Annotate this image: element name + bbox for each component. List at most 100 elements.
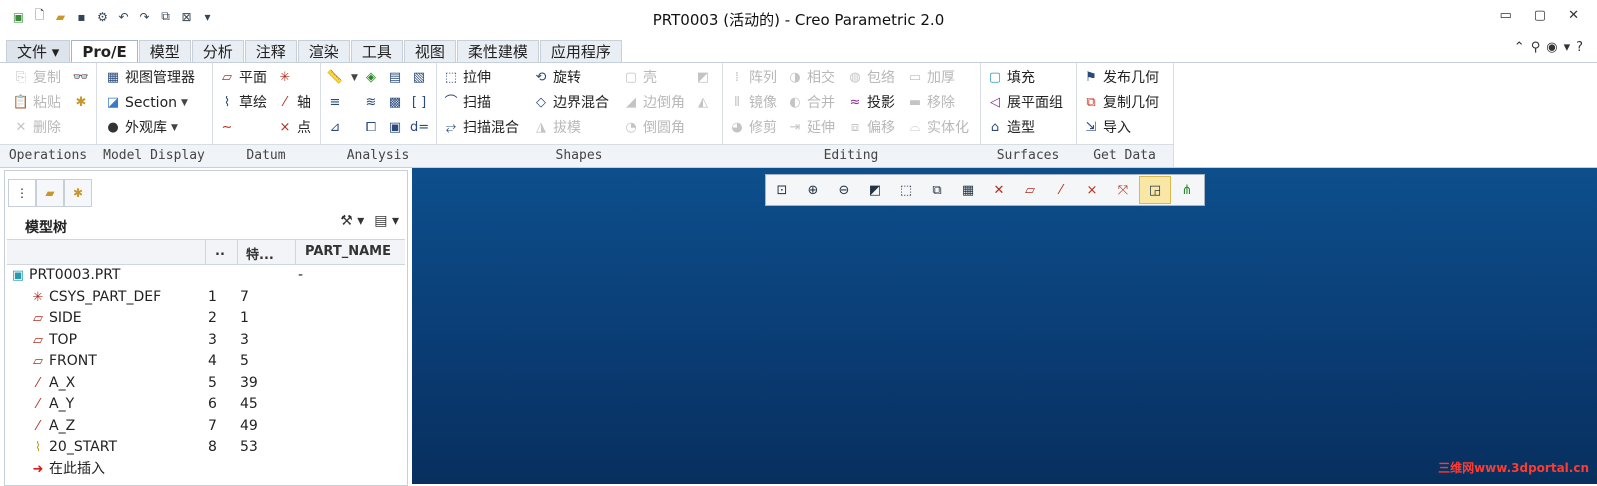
column-header[interactable]: PART_NAME bbox=[305, 244, 391, 259]
tab-tools[interactable]: 工具 bbox=[350, 40, 403, 63]
dropdown-icon[interactable]: ▾ bbox=[1564, 40, 1571, 55]
fill-button[interactable]: ▢ 填充 bbox=[986, 67, 1035, 89]
zoom-out-icon[interactable]: ⊖ bbox=[829, 177, 859, 203]
close-button[interactable]: ✕ bbox=[1568, 8, 1579, 23]
relation-icon[interactable]: d= bbox=[410, 117, 431, 139]
boundary-blend-button[interactable]: ◇ 边界混合 bbox=[532, 92, 609, 114]
draft-small-icon[interactable]: ◭ bbox=[694, 92, 715, 114]
shell-button[interactable]: ▢ 壳 bbox=[622, 67, 657, 89]
mass-props-icon[interactable]: ▧ bbox=[410, 67, 431, 89]
publish-geometry-button[interactable]: ⚑ 发布几何 bbox=[1082, 67, 1159, 89]
appearance-gallery-button[interactable]: ● 外观库 ▼ bbox=[104, 117, 178, 139]
chamfer-button[interactable]: ◢ 边倒角 bbox=[622, 92, 685, 114]
box-icon[interactable]: ▣ bbox=[386, 117, 407, 139]
intersect-button[interactable]: ◑ 相交 bbox=[786, 67, 835, 89]
axis-button[interactable]: ⁄ 轴 bbox=[276, 92, 311, 114]
refit-icon[interactable]: ⊡ bbox=[767, 177, 797, 203]
axis-display-icon[interactable]: ▱ bbox=[1015, 177, 1045, 203]
curvature-icon[interactable]: ≋ bbox=[362, 92, 383, 114]
folder-browser-tab-icon[interactable]: ▰ bbox=[36, 179, 64, 207]
graph-icon[interactable]: ≡ bbox=[326, 92, 347, 114]
section-button[interactable]: ◪ Section ▼ bbox=[104, 92, 188, 114]
point-display-icon[interactable]: ⁄ bbox=[1046, 177, 1076, 203]
table-row[interactable]: ⌇ 20_START 8 53 bbox=[7, 437, 405, 459]
flatten-quilt-button[interactable]: ◁ 展平面组 bbox=[986, 92, 1063, 114]
measure-icon[interactable]: 📏 ▼ bbox=[326, 67, 358, 89]
sketch-button[interactable]: ⌇ 草绘 bbox=[218, 92, 267, 114]
tab-analysis[interactable]: 分析 bbox=[191, 40, 244, 63]
tab-model[interactable]: 模型 bbox=[138, 40, 191, 63]
table-row[interactable]: ⁄ A_Z 7 49 bbox=[7, 416, 405, 438]
tab-annotate[interactable]: 注释 bbox=[244, 40, 297, 63]
solidify-button[interactable]: ⌓ 实体化 bbox=[906, 117, 969, 139]
model-tree-tab-icon[interactable]: ⋮ bbox=[8, 179, 36, 207]
curve-button[interactable]: ∼ bbox=[218, 117, 239, 139]
table-row[interactable]: ▱ SIDE 2 1 bbox=[7, 308, 405, 330]
copy-geometry-button[interactable]: ⧉ 复制几何 bbox=[1082, 92, 1159, 114]
remove-button[interactable]: ▬ 移除 bbox=[906, 92, 955, 114]
table-row[interactable]: ▱ FRONT 4 5 bbox=[7, 351, 405, 373]
search-icon[interactable]: ⚲ bbox=[1531, 40, 1541, 55]
column-header[interactable]: 特... bbox=[246, 244, 274, 263]
pattern-button[interactable]: ⁞ 阵列 bbox=[728, 67, 777, 89]
tab-render[interactable]: 渲染 bbox=[297, 40, 350, 63]
help-icon[interactable]: ◉ bbox=[1546, 40, 1557, 55]
extend-button[interactable]: ⇥ 延伸 bbox=[786, 117, 835, 139]
short-edge-icon[interactable]: ⊿ bbox=[326, 117, 347, 139]
tab-view[interactable]: 视图 bbox=[403, 40, 456, 63]
merge-button[interactable]: ◐ 合并 bbox=[786, 92, 835, 114]
favorites-tab-icon[interactable]: ✱ bbox=[64, 179, 92, 207]
graph-analysis-icon[interactable]: ⧠ bbox=[362, 117, 383, 139]
csys-button[interactable]: ✳ bbox=[276, 67, 297, 89]
rib-icon[interactable]: ◩ bbox=[694, 67, 715, 89]
minimize-ribbon-icon[interactable]: ⌃ bbox=[1514, 40, 1525, 55]
thicken-button[interactable]: ▭ 加厚 bbox=[906, 67, 955, 89]
draft-button[interactable]: ◮ 拔模 bbox=[532, 117, 581, 139]
sweep-button[interactable]: ⌒ 扫描 bbox=[442, 92, 491, 114]
column-header[interactable]: .. bbox=[215, 244, 225, 259]
revolve-button[interactable]: ⟲ 旋转 bbox=[532, 67, 581, 89]
round-button[interactable]: ◔ 倒圆角 bbox=[622, 117, 685, 139]
tree-settings-icon[interactable]: ⚒ ▾ bbox=[340, 213, 364, 229]
plane-button[interactable]: ▱ 平面 bbox=[218, 67, 267, 89]
table-row[interactable]: ▱ TOP 3 3 bbox=[7, 330, 405, 352]
copy-button[interactable]: ⎘ 复制 bbox=[12, 67, 61, 89]
tree-filter-icon[interactable]: ▤ ▾ bbox=[374, 213, 399, 229]
extrude-button[interactable]: ⬚ 拉伸 bbox=[442, 67, 491, 89]
view-manager-icon[interactable]: ▦ bbox=[953, 177, 983, 203]
delete-button[interactable]: ✕ 删除 bbox=[12, 117, 61, 139]
tab-file[interactable]: 文件 ▾ bbox=[6, 40, 71, 63]
point-button[interactable]: × 点 bbox=[276, 117, 311, 139]
mirror-button[interactable]: ⫴ 镜像 bbox=[728, 92, 777, 114]
style-button[interactable]: ⌂ 造型 bbox=[986, 117, 1035, 139]
import-button[interactable]: ⇲ 导入 bbox=[1082, 117, 1131, 139]
section-analysis-icon[interactable]: ▩ bbox=[386, 92, 407, 114]
tab-proe[interactable]: Pro/E bbox=[71, 40, 138, 64]
table-row[interactable]: ⁄ A_Y 6 45 bbox=[7, 394, 405, 416]
offset-button[interactable]: ⧈ 偏移 bbox=[846, 117, 895, 139]
table-row[interactable]: ➜ 在此插入 bbox=[7, 459, 405, 481]
minimize-button[interactable]: ▭ bbox=[1500, 8, 1512, 23]
repaint-icon[interactable]: ◩ bbox=[860, 177, 890, 203]
plane-display-icon[interactable]: ✕ bbox=[984, 177, 1014, 203]
saved-views-icon[interactable]: ⧉ bbox=[922, 177, 952, 203]
find-icon[interactable]: 👓 bbox=[72, 67, 93, 89]
paste-button[interactable]: 📋 粘贴 bbox=[12, 92, 61, 114]
wrap-button[interactable]: ◍ 包络 bbox=[846, 67, 895, 89]
regenerate-button[interactable]: ✱ bbox=[72, 92, 93, 114]
help-question-icon[interactable]: ? bbox=[1576, 40, 1583, 55]
view-manager-button[interactable]: ▦ 视图管理器 bbox=[104, 67, 195, 89]
model-report-icon[interactable]: ▤ bbox=[386, 67, 407, 89]
zoom-in-icon[interactable]: ⊕ bbox=[798, 177, 828, 203]
network-icon[interactable]: ⋔ bbox=[1172, 177, 1202, 203]
graphics-window[interactable]: ⊡ ⊕ ⊖ ◩ ⬚ ⧉ ▦ ✕ ▱ ⁄ × ⤧ ◲ ⋔ 三维网www.3dpor… bbox=[412, 168, 1597, 484]
maximize-button[interactable]: ▢ bbox=[1534, 8, 1546, 23]
trim-button[interactable]: ◕ 修剪 bbox=[728, 117, 777, 139]
tab-flexible-modeling[interactable]: 柔性建模 bbox=[456, 40, 539, 63]
table-row[interactable]: ✳ CSYS_PART_DEF 1 7 bbox=[7, 287, 405, 309]
bracket-icon[interactable]: [ ] bbox=[410, 92, 431, 114]
csys-display-icon[interactable]: × bbox=[1077, 177, 1107, 203]
project-button[interactable]: ≈ 投影 bbox=[846, 92, 895, 114]
display-style-icon[interactable]: ⬚ bbox=[891, 177, 921, 203]
spin-center-icon[interactable]: ⤧ bbox=[1108, 177, 1138, 203]
